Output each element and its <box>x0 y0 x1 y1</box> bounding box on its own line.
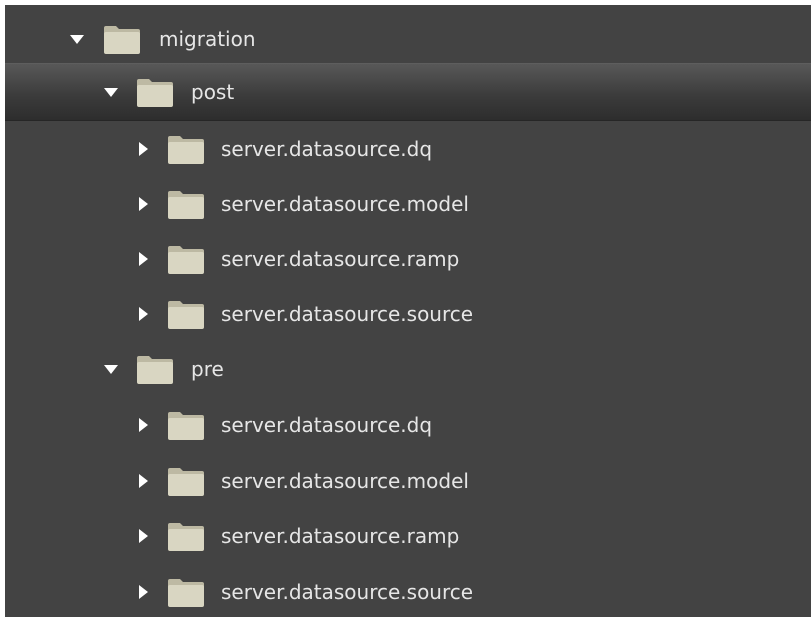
folder-icon <box>167 135 205 165</box>
chevron-right-icon[interactable] <box>133 286 153 342</box>
chevron-right-icon[interactable] <box>133 176 153 232</box>
folder-icon <box>136 355 174 385</box>
tree-row-pre-ramp[interactable]: server.datasource.ramp <box>5 508 811 564</box>
tree-item-label: server.datasource.ramp <box>221 247 460 271</box>
folder-icon <box>167 467 205 497</box>
chevron-down-icon[interactable] <box>101 341 121 397</box>
tree-item-label: server.datasource.ramp <box>221 524 460 548</box>
tree-item-label: migration <box>159 27 256 51</box>
tree-row-migration[interactable]: migration <box>5 11 811 67</box>
tree-row-post-source[interactable]: server.datasource.source <box>5 286 811 342</box>
tree-item-label: server.datasource.source <box>221 302 474 326</box>
folder-tree: migration post server.datasource.dq serv… <box>5 5 811 617</box>
tree-row-pre-model[interactable]: server.datasource.model <box>5 453 811 509</box>
tree-item-label: post <box>191 80 235 104</box>
tree-row-post-ramp[interactable]: server.datasource.ramp <box>5 231 811 287</box>
chevron-down-icon[interactable] <box>101 64 121 120</box>
tree-item-label: pre <box>191 357 224 381</box>
folder-icon <box>167 190 205 220</box>
folder-icon <box>103 25 141 55</box>
folder-icon <box>167 411 205 441</box>
folder-icon <box>167 522 205 552</box>
tree-row-post[interactable]: post <box>5 63 811 121</box>
tree-item-label: server.datasource.model <box>221 192 469 216</box>
tree-item-label: server.datasource.dq <box>221 137 433 161</box>
tree-row-pre-source[interactable]: server.datasource.source <box>5 564 811 617</box>
chevron-right-icon[interactable] <box>133 564 153 617</box>
tree-item-label: server.datasource.model <box>221 469 469 493</box>
chevron-down-icon[interactable] <box>67 11 87 67</box>
folder-icon <box>136 78 174 108</box>
folder-icon <box>167 578 205 608</box>
tree-row-post-dq[interactable]: server.datasource.dq <box>5 121 811 177</box>
tree-item-label: server.datasource.dq <box>221 413 433 437</box>
folder-icon <box>167 245 205 275</box>
chevron-right-icon[interactable] <box>133 121 153 177</box>
chevron-right-icon[interactable] <box>133 397 153 453</box>
tree-row-pre-dq[interactable]: server.datasource.dq <box>5 397 811 453</box>
chevron-right-icon[interactable] <box>133 231 153 287</box>
tree-row-post-model[interactable]: server.datasource.model <box>5 176 811 232</box>
chevron-right-icon[interactable] <box>133 508 153 564</box>
tree-row-pre[interactable]: pre <box>5 341 811 397</box>
tree-item-label: server.datasource.source <box>221 580 474 604</box>
chevron-right-icon[interactable] <box>133 453 153 509</box>
folder-icon <box>167 300 205 330</box>
